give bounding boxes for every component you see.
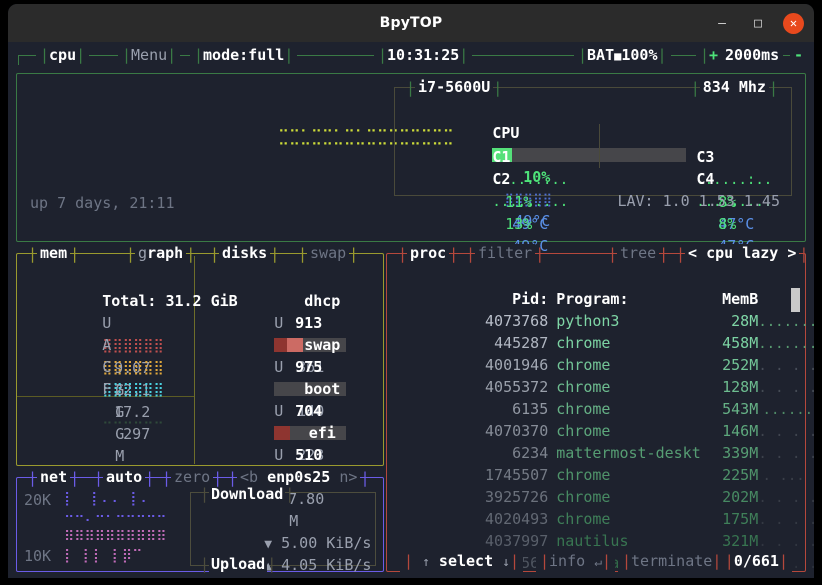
- mem-row-meter: ⣀⣀⣀⣀⣀⣀: [102, 409, 164, 425]
- process-footer: | ↑ select ↓| |info ↵| |terminate| |0/66…: [386, 550, 806, 574]
- footer-counter: |0/661|: [720, 550, 792, 572]
- topbar-interval-decrease[interactable]: -: [790, 44, 808, 66]
- net-interface-selector[interactable]: <b enp0s25 n>: [237, 468, 361, 487]
- net-upload-graph: ⠿⠿⠿⠿⠿⠿⠿⠿⠿⠿ ⡇ ⡇⡇ ⡇⡿⠉: [64, 529, 167, 564]
- process-panel: | proc | | filter | | tree | | < cpu lazy > | Pi…: [386, 244, 814, 578]
- topbar-clock: |10:31:25|: [374, 44, 473, 66]
- footer-terminate-action[interactable]: |terminate|: [618, 550, 726, 572]
- mem-row: F ⣀⣀⣀⣀⣀⣀ 297 M: [30, 356, 192, 465]
- topbar-interval-increase[interactable]: |+: [696, 44, 723, 66]
- proc-tree-toggle[interactable]: tree: [617, 244, 660, 263]
- net-axis-top-label: 20K: [24, 491, 52, 509]
- net-axis-bottom-label: 10K: [24, 547, 52, 565]
- row-graph: . . . . .: [758, 575, 814, 578]
- table-row[interactable]: 3925726chrome202M. . . . .0.0: [392, 464, 814, 506]
- mem-row: C ⣿⣿⣿⣿⣿⣿ 17.2 G: [30, 334, 192, 443]
- cpu-model: i7-5600U: [415, 78, 494, 97]
- mem-graph-toggle[interactable]: graph: [135, 244, 187, 263]
- mem-row: U ⣿⣿⣿⣿⣿⣿ 9.07 G: [30, 290, 192, 399]
- net-title: net: [37, 468, 71, 487]
- memory-panel: | mem | | graph | | disks | | swap | Total: 31.2…: [16, 244, 384, 530]
- mem-row-key: F: [102, 380, 112, 398]
- table-row[interactable]: 4001946chrome252M. . . . .0.0: [392, 332, 814, 374]
- table-row[interactable]: 6135chrome543M........0.4: [392, 376, 814, 418]
- table-row[interactable]: 6234mattermost-deskt339M. . . . .0.1: [392, 420, 814, 462]
- disk-name-row: dhcp 913 G: [202, 268, 378, 354]
- window-controls: – □ ✕: [711, 4, 804, 42]
- row-program: chrome: [548, 574, 706, 578]
- cpu-total-row: CPU 10% ⣿⣿⣿⣿⣿ 49°C: [402, 100, 784, 230]
- row-pid: 6188: [464, 574, 548, 578]
- table-row[interactable]: 7567telegram-desktop429M. . . . .0.4: [392, 530, 814, 572]
- cpu-load-average-row: LAV: 1.0 1.53 1.45: [527, 168, 780, 234]
- net-auto-toggle[interactable]: auto: [103, 468, 146, 487]
- disk-name-row: boot 704 M: [202, 356, 378, 442]
- proc-sort-selector[interactable]: < cpu lazy >: [685, 244, 800, 263]
- window-titlebar: BpyTOP – □ ✕: [8, 4, 814, 42]
- disk-used-row: U 140 M: [202, 334, 378, 442]
- table-row[interactable]: 4055372chrome128M. . . . .0.0: [392, 354, 814, 396]
- table-row[interactable]: 4020493chrome175M. . . . .0.0: [392, 486, 814, 528]
- mem-row: A ⣿⣿⣿⣿⣿⣿ 22.1 G: [30, 312, 192, 421]
- core-name: C2: [492, 170, 511, 188]
- network-panel: | net | | auto | | zero | | <b enp0s25 n> | 20K …: [16, 468, 384, 574]
- footer-select-action[interactable]: | ↑ select ↓|: [400, 550, 523, 574]
- terminal-surface: |cpu| |Menu| |mode:full| |10:31:25| |BAT…: [8, 42, 814, 578]
- cpu-core-row: C3 ......:.. 8% 47°C: [606, 124, 792, 233]
- load-average-label: LAV:: [617, 192, 654, 210]
- window-title: BpyTOP: [379, 15, 443, 31]
- cpu-core-row: C1 ......... 11% 49°C: [402, 124, 592, 233]
- minimize-icon[interactable]: –: [711, 12, 733, 34]
- cpu-core-row: C2 ......... 13% 49°C: [402, 146, 592, 255]
- top-status-bar: |cpu| |Menu| |mode:full| |10:31:25| |BAT…: [18, 44, 808, 67]
- table-row[interactable]: 4073768python328M.........2.8: [392, 288, 814, 330]
- cpu-panel: ⠒⠒⠂⠒⠒⠂⠒⠂⠒⠒⠒⠒⠒⠒⠒⠒ ⠒⠒⠒⠒⠒⠒⠒⠒⠒⠒⠒⠒⠒⠒⠒⠒ up 7 d…: [16, 64, 806, 255]
- mem-title: mem: [37, 244, 71, 263]
- proc-title: proc: [407, 244, 450, 263]
- net-upload-rate: 4.05 KiB/s: [281, 556, 372, 574]
- disk-used-row: U 223 M: [202, 378, 378, 486]
- bpytop-window: BpyTOP – □ ✕ |cpu| |Menu| |mode:full| |1…: [8, 4, 814, 578]
- table-row[interactable]: 4070370chrome146M. . . . .0.1: [392, 398, 814, 440]
- cpu-frequency: 834 Mhz: [699, 78, 769, 97]
- disk-used-row: U 7.80 M: [202, 422, 378, 530]
- net-zero-toggle[interactable]: zero: [171, 468, 214, 487]
- load-average-values: 1.0 1.53 1.45: [662, 192, 780, 210]
- topbar-menu-button[interactable]: |Menu|: [118, 44, 181, 66]
- cpu-core-row: C4 ......... 8% 47°C: [606, 146, 792, 255]
- footer-info-action[interactable]: |info ↵|: [536, 550, 616, 574]
- net-upload-label-wrap: | Upload |: [200, 555, 277, 573]
- proc-header-row: Pid:Program:MemBCpu%↑: [392, 266, 800, 308]
- disk-used-label: U: [274, 446, 284, 464]
- mem-disks-tab[interactable]: disks: [219, 244, 271, 263]
- topbar-cpu-label[interactable]: |cpu|: [36, 44, 90, 66]
- maximize-icon[interactable]: □: [747, 12, 769, 34]
- disk-name-row: swap 975 M: [202, 312, 378, 398]
- close-icon[interactable]: ✕: [783, 12, 804, 34]
- table-row[interactable]: 1745507chrome225M. ... ..0.4: [392, 442, 814, 484]
- table-row[interactable]: 4037997nautilus321M. . . . .0.0: [392, 508, 814, 550]
- disk-name-row: efi 510 M: [202, 400, 378, 486]
- topbar-interval-value: 2000ms: [721, 44, 784, 66]
- row-mem: 125M: [706, 574, 758, 578]
- proc-filter-input[interactable]: filter: [475, 244, 536, 263]
- table-row[interactable]: 445287chrome458M..........0.9: [392, 310, 814, 352]
- net-upload-label: Upload: [209, 555, 268, 573]
- cpu-uptime: up 7 days, 21:11: [30, 194, 175, 212]
- disk-used-row: U 361 G: [202, 290, 378, 398]
- topbar-mode-button[interactable]: |mode:full|: [190, 44, 298, 66]
- mem-row-unit: M: [115, 447, 125, 465]
- cpu-detail-subpanel: | i7-5600U | | 834 Mhz | CPU 10% ⣿⣿⣿⣿⣿ 49°C …: [394, 78, 792, 255]
- mem-swap-tab[interactable]: swap: [307, 244, 350, 263]
